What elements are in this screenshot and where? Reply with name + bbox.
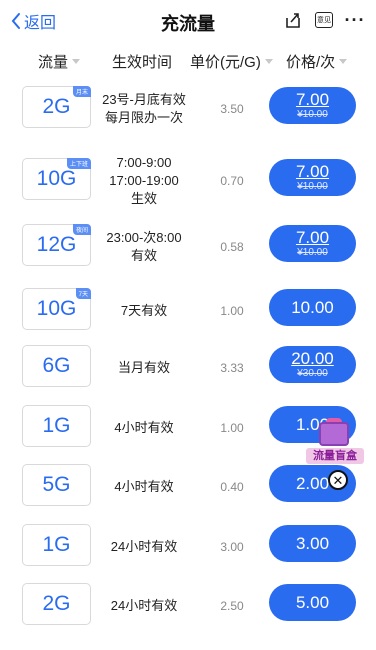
validity-line: 4小时有效	[114, 420, 174, 435]
original-price: ¥10.00	[297, 108, 328, 120]
data-amount-card[interactable]: 10G 7天	[22, 288, 91, 330]
data-amount: 5G	[42, 473, 71, 496]
validity-line: 17:00-19:00	[109, 173, 179, 188]
feedback-icon-label: 意见	[317, 17, 331, 24]
original-price: ¥10.00	[297, 180, 328, 192]
feedback-icon[interactable]: 意见	[313, 9, 335, 31]
price-value: 7.00	[295, 161, 330, 181]
unit-price: 2.50	[220, 599, 244, 613]
more-icon[interactable]: ···	[344, 9, 366, 31]
data-amount: 12G	[36, 233, 77, 256]
sort-arrow-icon	[264, 59, 273, 64]
price-value: 3.00	[295, 533, 330, 553]
table-row: 2G 月末 23号-月底有效 每月限办一次 3.50 7.00 ¥10.00	[0, 80, 376, 138]
data-amount: 2G	[42, 95, 71, 118]
buy-button[interactable]: 7.00 ¥10.00	[269, 159, 356, 196]
unit-price: 1.00	[220, 304, 244, 318]
validity-line: 7天有效	[120, 303, 168, 318]
data-amount-card[interactable]: 6G	[22, 345, 91, 387]
price-value: 5.00	[295, 592, 330, 612]
data-amount-card[interactable]: 1G	[22, 405, 91, 447]
buy-button[interactable]: 3.00	[269, 525, 356, 562]
validity-line: 当月有效	[117, 360, 170, 375]
price-value: 7.00	[295, 89, 330, 109]
original-price: ¥10.00	[297, 246, 328, 258]
gift-box-icon	[319, 422, 349, 446]
data-amount-card[interactable]: 5G	[22, 464, 91, 506]
price-value: 2.00	[295, 473, 330, 493]
table-row: 6G 当月有效 3.33 20.00 ¥30.00	[0, 339, 376, 397]
unit-price: 0.40	[220, 480, 244, 494]
sort-arrow-icon	[72, 59, 81, 64]
validity-text: 当月有效	[100, 339, 188, 397]
buy-button[interactable]: 20.00 ¥30.00	[269, 346, 356, 383]
price-value: 7.00	[295, 227, 330, 247]
share-icon[interactable]	[282, 9, 304, 31]
column-data[interactable]: 流量	[38, 51, 81, 72]
data-amount-card[interactable]: 2G	[22, 583, 91, 625]
blind-box-badge[interactable]: 流量盲盒	[306, 418, 364, 468]
data-amount: 6G	[42, 354, 71, 377]
price-value: 20.00	[291, 348, 334, 368]
table-row: 10G 上下班 7:00-9:00 17:00-19:00 生效 0.70 7.00 ¥10.…	[0, 152, 376, 210]
table-row: 10G 7天 7天有效 1.00 10.00	[0, 282, 376, 340]
table-row: 12G 夜间 23:00-次8:00 有效 0.58 7.00 ¥10.00	[0, 218, 376, 276]
column-validity: 生效时间	[112, 54, 173, 71]
data-amount: 10G	[36, 297, 77, 320]
unit-price: 0.70	[220, 174, 244, 188]
column-unit-price[interactable]: 单价(元/G)	[190, 51, 273, 72]
validity-line: 每月限办一次	[104, 110, 183, 125]
validity-text: 7:00-9:00 17:00-19:00 生效	[100, 152, 188, 210]
validity-line: 有效	[130, 248, 157, 263]
original-price: ¥30.00	[297, 367, 328, 379]
package-tag: 夜间	[72, 224, 91, 235]
price-value: 10.00	[291, 297, 334, 317]
validity-text: 23号-月底有效 每月限办一次	[100, 80, 188, 138]
data-amount: 2G	[42, 592, 71, 615]
validity-text: 7天有效	[100, 282, 188, 340]
close-icon[interactable]: ✕	[328, 470, 348, 490]
data-amount-card[interactable]: 2G 月末	[22, 86, 91, 128]
table-row: 1G 24小时有效 3.00 3.00	[0, 518, 376, 576]
sort-arrow-icon	[339, 59, 348, 64]
unit-price: 3.00	[220, 540, 244, 554]
validity-text: 24小时有效	[100, 577, 188, 635]
package-tag: 上下班	[66, 158, 91, 169]
unit-price: 3.50	[220, 102, 244, 116]
unit-price: 1.00	[220, 421, 244, 435]
blind-box-label: 流量盲盒	[306, 448, 364, 464]
validity-text: 4小时有效	[100, 458, 188, 516]
unit-price: 3.33	[220, 361, 244, 375]
buy-button[interactable]: 7.00 ¥10.00	[269, 87, 356, 124]
buy-button[interactable]: 5.00	[269, 584, 356, 621]
table-row: 2G 24小时有效 2.50 5.00	[0, 577, 376, 635]
validity-line: 7:00-9:00	[116, 155, 172, 170]
validity-line: 24小时有效	[110, 598, 178, 613]
data-amount: 1G	[42, 414, 71, 437]
buy-button[interactable]: 10.00	[269, 289, 356, 326]
buy-button[interactable]: 7.00 ¥10.00	[269, 225, 356, 262]
validity-text: 23:00-次8:00 有效	[100, 218, 188, 276]
table-header: 流量 生效时间 单价(元/G) 价格/次	[0, 48, 376, 74]
validity-line: 24小时有效	[110, 539, 178, 554]
column-price[interactable]: 价格/次	[286, 51, 348, 72]
package-tag: 7天	[75, 288, 91, 299]
data-amount: 10G	[36, 167, 77, 190]
validity-text: 24小时有效	[100, 518, 188, 576]
package-tag: 月末	[72, 86, 91, 97]
nav-bar: 返回 充流量 意见 ···	[0, 0, 376, 42]
unit-price: 0.58	[220, 240, 244, 254]
validity-line: 生效	[130, 191, 157, 206]
validity-text: 4小时有效	[100, 399, 188, 457]
validity-line: 4小时有效	[114, 479, 174, 494]
validity-line: 23:00-次8:00	[106, 230, 182, 245]
validity-line: 23号-月底有效	[102, 92, 186, 107]
data-amount-card[interactable]: 10G 上下班	[22, 158, 91, 200]
data-amount-card[interactable]: 1G	[22, 524, 91, 566]
data-amount-card[interactable]: 12G 夜间	[22, 224, 91, 266]
data-amount: 1G	[42, 533, 71, 556]
